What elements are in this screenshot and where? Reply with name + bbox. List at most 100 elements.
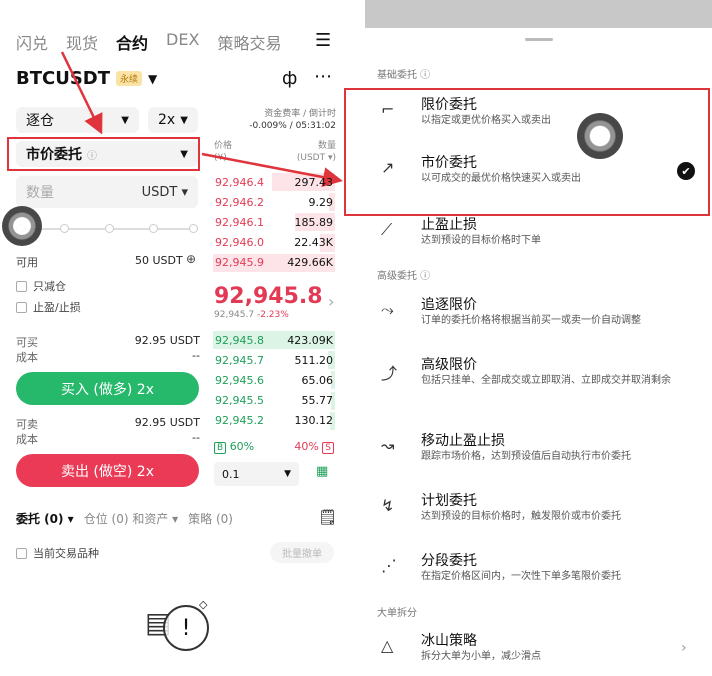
order-history-icon[interactable]: 🗒 (318, 508, 337, 526)
dim-overlay[interactable] (365, 0, 712, 28)
scaled-icon: ⋰ (381, 556, 397, 575)
quantity-input[interactable]: 数量 USDT ▾ (16, 176, 198, 208)
cost2-value: -- (192, 431, 200, 444)
sell-ratio-tag: S (322, 442, 334, 454)
precision-value: 0.1 (222, 467, 240, 481)
transfer-icon[interactable]: ⊕ (186, 252, 196, 266)
bid-row[interactable]: 92,945.7 511.20 (213, 350, 335, 370)
buy-ratio-value: 60% (229, 440, 255, 453)
qty-unit: (USDT ▾) (296, 153, 336, 163)
slider-stop[interactable] (60, 224, 69, 233)
bid-row[interactable]: 92,945.6 65.06 (213, 370, 335, 390)
touch-indicator (577, 113, 623, 159)
chase-icon: ⤳ (381, 300, 394, 319)
precision-select[interactable]: 0.1 ▼ (214, 462, 299, 486)
option-title: 移动止盈止损 (421, 433, 505, 449)
iceberg-icon: △ (381, 636, 394, 655)
option-desc: 在指定价格区间内，一次性下单多笔限价委托 (421, 571, 621, 582)
tp-sl-checkbox[interactable]: 止盈/止损 (16, 299, 81, 315)
top-tabs: 闪兑 现货 合约 DEX 策略交易 (16, 30, 281, 54)
margin-mode-select[interactable]: 逐仓 ▼ (16, 107, 139, 133)
ask-price: 92,946.1 (215, 215, 264, 229)
bid-row[interactable]: 92,945.2 130.12 (213, 411, 335, 431)
ask-price: 92,946.4 (215, 175, 264, 189)
chevron-right-icon[interactable]: › (328, 292, 334, 311)
quantity-unit: USDT (141, 184, 178, 200)
buy-ratio: B 60% (214, 440, 254, 454)
bid-price: 92,945.6 (215, 373, 264, 387)
buy-sell-ratio: B 60% 40% S (214, 440, 334, 454)
tab-spot[interactable]: 现货 (66, 30, 98, 54)
tab-strategy[interactable]: 策略交易 (217, 30, 281, 54)
cost2-label: 成本 (16, 433, 38, 446)
funding-value: -0.009% / 05:31:02 (249, 121, 336, 131)
sheet-handle[interactable] (525, 38, 553, 41)
checkbox-icon (16, 280, 27, 292)
sell-ratio: 40% S (294, 440, 334, 454)
ask-row[interactable]: 92,945.9 429.66K (213, 253, 335, 273)
qty-header[interactable]: 数量 (USDT ▾) (286, 140, 336, 164)
ask-row[interactable]: 92,946.0 22.43K (213, 233, 335, 253)
candlestick-icon[interactable]: ф (282, 68, 297, 89)
slider-stop[interactable] (189, 224, 198, 233)
chevron-down-icon: ▼ (180, 114, 188, 126)
tab-orders[interactable]: 委托 (0) ▾ (16, 510, 74, 527)
highlight-order-options (344, 88, 710, 216)
slider-stop[interactable] (149, 224, 158, 233)
tab-futures[interactable]: 合约 (116, 30, 148, 54)
cost2-row: 成本 -- (16, 431, 200, 447)
chevron-right-icon: › (681, 640, 687, 656)
option-title: 计划委托 (421, 493, 477, 509)
cost-row: 成本 -- (16, 349, 200, 365)
tab-positions[interactable]: 仓位 (0) 和资产 ▾ (84, 510, 178, 527)
ask-price: 92,945.9 (215, 256, 264, 270)
reduce-only-checkbox[interactable]: 只减仓 (16, 278, 66, 294)
warning-icon: ! (163, 605, 209, 651)
checkbox-icon (16, 301, 27, 313)
option-title: 分段委托 (421, 553, 477, 569)
plan-icon: ↯ (381, 496, 395, 515)
option-title: 高级限价 (421, 357, 477, 373)
bid-row[interactable]: 92,945.8 423.09K (213, 330, 335, 350)
batch-cancel-button[interactable]: 批量撤单 (270, 542, 334, 563)
quantity-slider[interactable] (16, 224, 198, 233)
buy-long-button[interactable]: 买入 (做多) 2x (16, 372, 199, 405)
can-sell-row: 可卖 92.95 USDT (16, 416, 200, 432)
bid-row[interactable]: 92,945.5 55.77 (213, 391, 335, 411)
ask-row[interactable]: 92,946.2 9.29 (213, 192, 335, 212)
leverage-select[interactable]: 2x ▼ (148, 107, 198, 133)
quantity-unit-select[interactable]: USDT ▾ (142, 185, 188, 200)
ask-row[interactable]: 92,946.1 185.89 (213, 212, 335, 232)
can-sell-value: 92.95 USDT (134, 416, 200, 429)
can-sell-label: 可卖 (16, 418, 38, 431)
menu-icon[interactable]: ☰ (315, 30, 331, 51)
tab-strategies[interactable]: 策略 (0) (188, 510, 233, 527)
more-icon[interactable]: ⋯ (314, 66, 332, 87)
available-label: 可用 (16, 256, 38, 269)
chevron-down-icon: ▼ (148, 71, 158, 86)
bid-price: 92,945.2 (215, 414, 264, 428)
ask-qty: 429.66K (287, 256, 333, 270)
can-buy-label: 可买 (16, 336, 38, 349)
tab-swap[interactable]: 闪兑 (16, 30, 48, 54)
basic-orders-heading: 基础委托 ⓘ (377, 70, 431, 81)
option-title: 追逐限价 (421, 297, 477, 313)
sell-short-button[interactable]: 卖出 (做空) 2x (16, 454, 199, 487)
slider-stop[interactable] (105, 224, 114, 233)
leverage-value: 2x (158, 112, 176, 128)
bid-qty: 423.09K (287, 333, 333, 347)
ask-qty: 297.43 (294, 175, 334, 189)
depth-view-icon[interactable]: ▦ (316, 464, 328, 479)
bid-qty: 130.12 (294, 414, 334, 428)
symbol-selector[interactable]: BTCUSDT 永续 ▼ (16, 68, 157, 89)
ask-row[interactable]: 92,946.4 297.43 (213, 172, 335, 192)
tab-dex[interactable]: DEX (166, 30, 199, 54)
touch-indicator (2, 206, 42, 246)
current-pair-checkbox[interactable]: 当前交易品种 (16, 545, 99, 561)
mid-sub-price: 92,945.7 (214, 310, 255, 320)
option-title: 止盈止损 (421, 217, 477, 233)
order-tabs: 委托 (0) ▾ 仓位 (0) 和资产 ▾ 策略 (0) (16, 510, 233, 527)
can-buy-value: 92.95 USDT (134, 334, 200, 347)
funding-label: 资金费率 / 倒计时 (264, 109, 336, 119)
cost-value: -- (192, 349, 200, 362)
